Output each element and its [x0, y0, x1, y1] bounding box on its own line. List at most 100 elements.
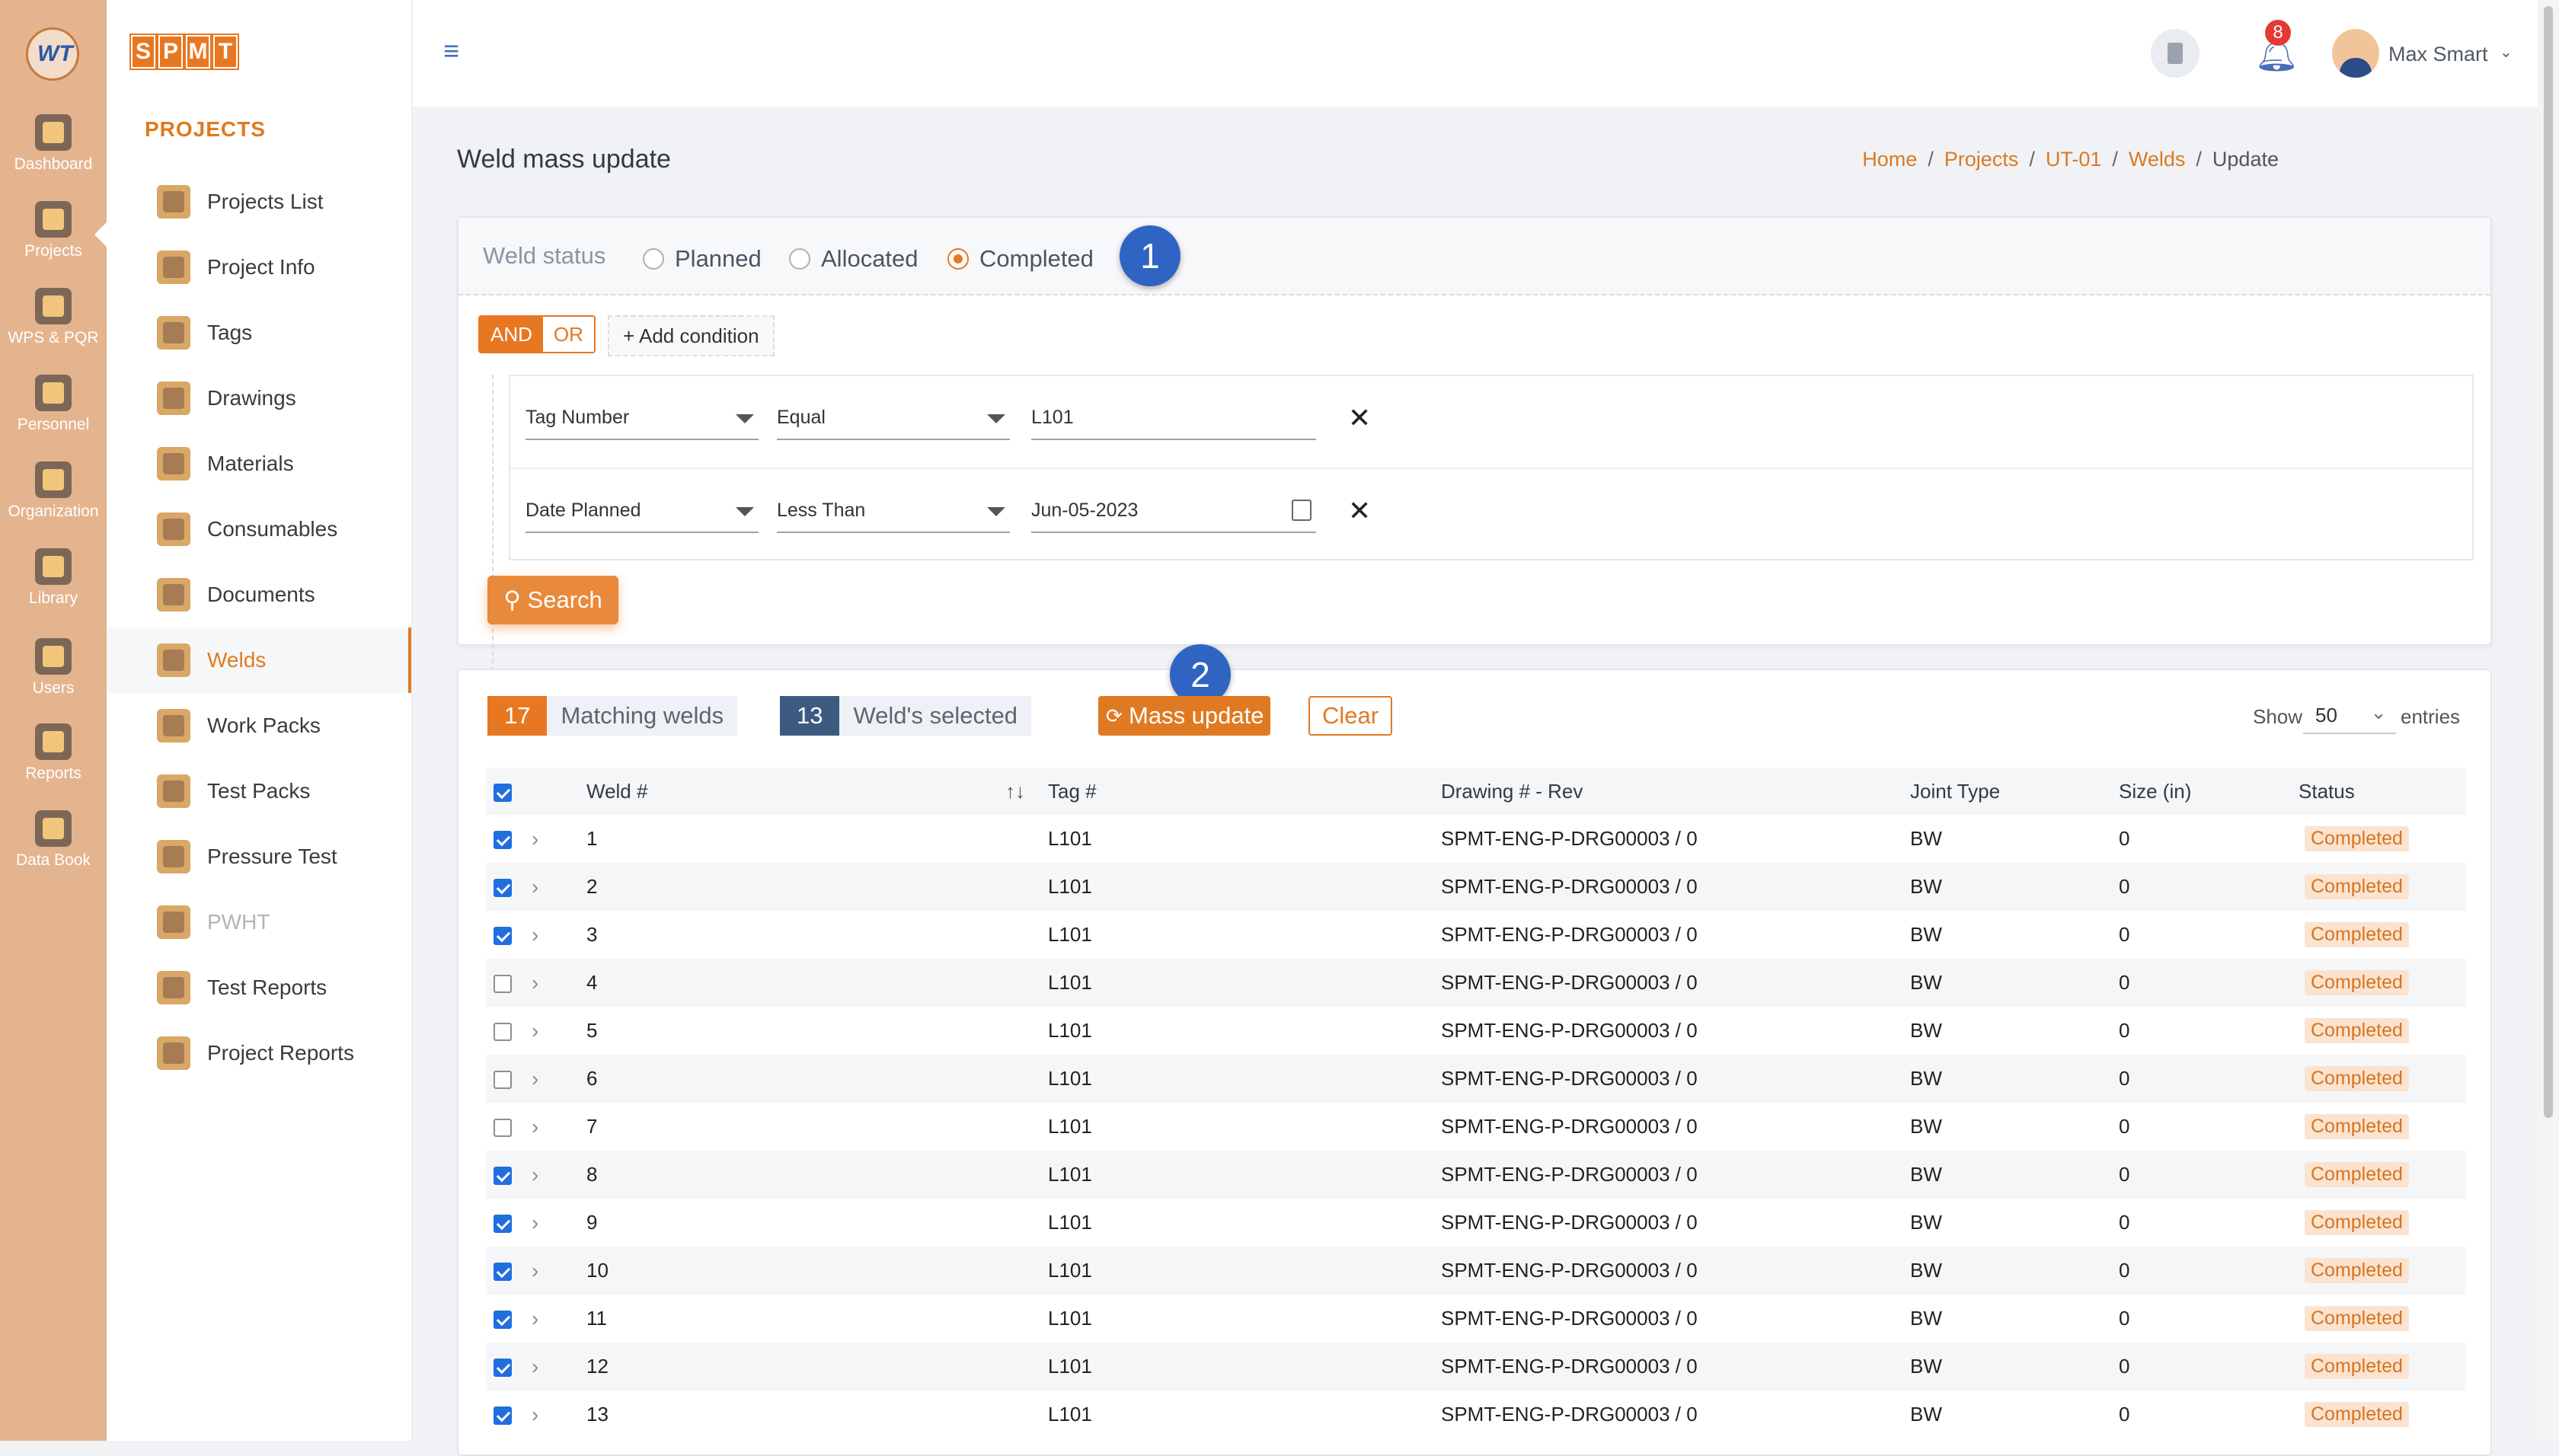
chevron-right-icon[interactable]: › [532, 1019, 538, 1043]
column-header-tag[interactable]: Tag # [1048, 768, 1441, 815]
rail-item-projects[interactable]: Projects [0, 201, 107, 260]
table-row[interactable]: › 6 L101 SPMT-ENG-P-DRG00003 / 0 BW 0 Complete… [486, 1055, 2466, 1103]
row-checkbox[interactable] [494, 1119, 512, 1138]
row-checkbox[interactable] [494, 1263, 512, 1282]
table-row[interactable]: › 8 L101 SPMT-ENG-P-DRG00003 / 0 BW 0 Complete… [486, 1151, 2466, 1199]
row-checkbox[interactable] [494, 1407, 512, 1426]
nav-item-documents[interactable]: Documents [107, 562, 411, 627]
calendar-icon[interactable] [1292, 500, 1311, 521]
rail-item-reports[interactable]: Reports [0, 723, 107, 783]
page-scrollbar[interactable] [2538, 0, 2559, 1441]
nav-item-work-packs[interactable]: Work Packs [107, 693, 411, 758]
row-checkbox[interactable] [494, 1215, 512, 1234]
condition-date-input[interactable]: Jun-05-2023 [1031, 489, 1316, 533]
nav-item-consumables[interactable]: Consumables [107, 497, 411, 562]
mass-update-button[interactable]: Mass update [1098, 696, 1270, 736]
nav-item-tags[interactable]: Tags [107, 300, 411, 366]
row-checkbox[interactable] [494, 1311, 512, 1330]
nav-item-test-packs[interactable]: Test Packs [107, 758, 411, 824]
table-row[interactable]: › 10 L101 SPMT-ENG-P-DRG00003 / 0 BW 0 Complet… [486, 1247, 2466, 1295]
table-row[interactable]: › 9 L101 SPMT-ENG-P-DRG00003 / 0 BW 0 Complete… [486, 1199, 2466, 1247]
nav-item-project-reports[interactable]: Project Reports [107, 1020, 411, 1086]
row-checkbox[interactable] [494, 1071, 512, 1090]
and-button[interactable]: AND [480, 317, 543, 352]
column-header-drawing[interactable]: Drawing # - Rev [1441, 768, 1910, 815]
condition-field-select[interactable]: Tag Number [526, 396, 759, 440]
chevron-right-icon[interactable]: › [532, 1355, 538, 1378]
table-row[interactable]: › 5 L101 SPMT-ENG-P-DRG00003 / 0 BW 0 Complete… [486, 1007, 2466, 1055]
avatar[interactable] [2332, 29, 2379, 78]
row-checkbox[interactable] [494, 927, 512, 946]
select-all-checkbox[interactable] [494, 783, 512, 802]
or-button[interactable]: OR [542, 317, 594, 352]
rail-item-library[interactable]: Library [0, 548, 107, 608]
chevron-right-icon[interactable]: › [532, 875, 538, 899]
clear-button[interactable]: Clear [1308, 696, 1393, 736]
nav-item-test-reports[interactable]: Test Reports [107, 955, 411, 1020]
condition-operator-select[interactable]: Less Than [777, 489, 1010, 533]
table-row[interactable]: › 11 L101 SPMT-ENG-P-DRG00003 / 0 BW 0 Complet… [486, 1295, 2466, 1343]
book-icon[interactable] [2151, 29, 2200, 78]
rail-item-dashboard[interactable]: Dashboard [0, 114, 107, 174]
app-logo[interactable]: WT [26, 27, 79, 81]
nav-item-drawings[interactable]: Drawings [107, 366, 411, 431]
table-row[interactable]: › 4 L101 SPMT-ENG-P-DRG00003 / 0 BW 0 Complete… [486, 959, 2466, 1007]
rail-item-wps-pqr[interactable]: WPS & PQR [0, 288, 107, 347]
row-checkbox[interactable] [494, 831, 512, 850]
remove-condition-close-icon[interactable]: ✕ [1348, 495, 1371, 527]
table-row[interactable]: › 2 L101 SPMT-ENG-P-DRG00003 / 0 BW 0 Complete… [486, 863, 2466, 911]
rail-item-users[interactable]: Users [0, 638, 107, 698]
column-header-status[interactable]: Status [2299, 768, 2466, 815]
rail-item-personnel[interactable]: Personnel [0, 375, 107, 434]
chevron-right-icon[interactable]: › [532, 923, 538, 947]
row-checkbox[interactable] [494, 879, 512, 898]
nav-item-welds[interactable]: Welds [107, 627, 411, 693]
chevron-right-icon[interactable]: › [532, 1211, 538, 1234]
breadcrumb-project[interactable]: UT-01 [2046, 148, 2102, 171]
breadcrumb-home[interactable]: Home [1862, 148, 1917, 171]
page-size-select[interactable]: 50 [2303, 693, 2396, 734]
nav-item-pressure-test[interactable]: Pressure Test [107, 824, 411, 889]
chevron-down-icon[interactable]: ⌄ [2500, 43, 2513, 62]
brand-logo[interactable]: S P M T [131, 35, 238, 69]
column-header-joint-type[interactable]: Joint Type [1910, 768, 2119, 815]
nav-item-projects-list[interactable]: Projects List [107, 169, 411, 235]
chevron-right-icon[interactable]: › [532, 1067, 538, 1090]
add-condition-button[interactable]: + Add condition [608, 315, 775, 356]
chevron-right-icon[interactable]: › [532, 971, 538, 995]
table-row[interactable]: › 1 L101 SPMT-ENG-P-DRG00003 / 0 BW 0 Complete… [486, 815, 2466, 863]
rail-item-databook[interactable]: Data Book [0, 810, 107, 870]
chevron-right-icon[interactable]: › [532, 1259, 538, 1282]
nav-item-materials[interactable]: Materials [107, 431, 411, 497]
breadcrumb-welds[interactable]: Welds [2129, 148, 2186, 171]
user-name[interactable]: Max Smart [2388, 43, 2488, 66]
chevron-right-icon[interactable]: › [532, 1403, 538, 1426]
row-checkbox[interactable] [494, 1359, 512, 1378]
row-checkbox[interactable] [494, 1167, 512, 1186]
breadcrumb-projects[interactable]: Projects [1944, 148, 2019, 171]
chevron-right-icon[interactable]: › [532, 827, 538, 851]
column-header-weld[interactable]: Weld # ↑↓ [586, 768, 1048, 815]
chevron-right-icon[interactable]: › [532, 1163, 538, 1186]
table-row[interactable]: › 12 L101 SPMT-ENG-P-DRG00003 / 0 BW 0 Complet… [486, 1343, 2466, 1391]
chevron-right-icon[interactable]: › [532, 1115, 538, 1138]
condition-value-input[interactable]: L101 [1031, 396, 1316, 440]
remove-condition-close-icon[interactable]: ✕ [1348, 402, 1371, 434]
radio-allocated[interactable]: Allocated [789, 245, 918, 273]
table-row[interactable]: › 7 L101 SPMT-ENG-P-DRG00003 / 0 BW 0 Complete… [486, 1103, 2466, 1151]
rail-item-organization[interactable]: Organization [0, 461, 107, 521]
condition-operator-select[interactable]: Equal [777, 396, 1010, 440]
radio-planned[interactable]: Planned [643, 245, 762, 273]
search-button[interactable]: ⚲ Search [487, 576, 618, 624]
sort-icon[interactable]: ↑↓ [1005, 780, 1025, 803]
table-row[interactable]: › 13 L101 SPMT-ENG-P-DRG00003 / 0 BW 0 Complet… [486, 1391, 2466, 1438]
nav-item-project-info[interactable]: Project Info [107, 235, 411, 300]
row-checkbox[interactable] [494, 1023, 512, 1042]
table-row[interactable]: › 3 L101 SPMT-ENG-P-DRG00003 / 0 BW 0 Complete… [486, 911, 2466, 959]
chevron-right-icon[interactable]: › [532, 1307, 538, 1330]
hamburger-menu-icon[interactable]: ≡ [443, 37, 469, 65]
condition-field-select[interactable]: Date Planned [526, 489, 759, 533]
row-checkbox[interactable] [494, 975, 512, 994]
radio-completed[interactable]: Completed [947, 245, 1094, 273]
column-header-size[interactable]: Size (in) [2119, 768, 2299, 815]
